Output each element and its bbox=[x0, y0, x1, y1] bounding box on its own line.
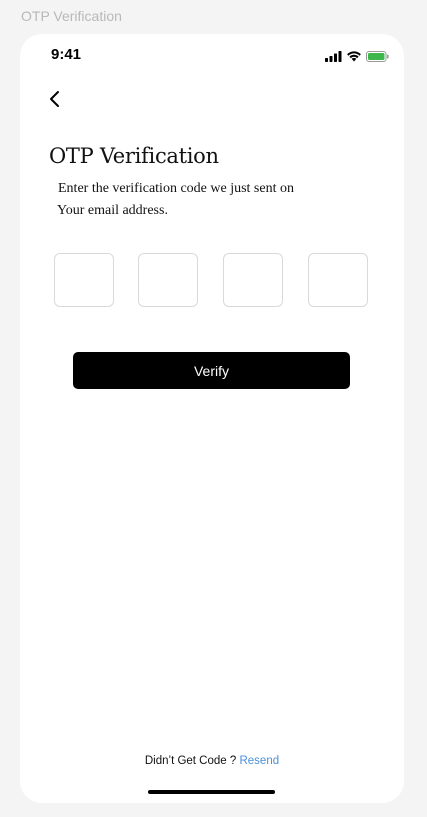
resend-prompt: Didn’t Get Code ? bbox=[144, 755, 237, 767]
page-subtitle: Enter the verification code we just sent… bbox=[57, 178, 358, 222]
otp-digit-1-input[interactable] bbox=[54, 253, 114, 307]
otp-input-row bbox=[54, 253, 371, 310]
otp-digit-4-input[interactable] bbox=[308, 253, 368, 307]
verify-button[interactable]: Verify bbox=[73, 352, 350, 389]
otp-digit-3-input[interactable] bbox=[223, 253, 283, 307]
chevron-left-icon bbox=[44, 91, 66, 114]
wifi-icon bbox=[346, 49, 362, 67]
back-button[interactable] bbox=[44, 88, 66, 110]
battery-icon bbox=[366, 49, 389, 67]
resend-link[interactable]: Resend bbox=[239, 755, 279, 767]
resend-row: Didn’t Get Code ? Resend bbox=[20, 755, 404, 767]
status-bar: 9:41 bbox=[20, 34, 404, 78]
otp-digit-2-input[interactable] bbox=[138, 253, 198, 307]
subtitle-line-1: Enter the verification code we just sent… bbox=[58, 181, 294, 196]
status-icons bbox=[325, 49, 389, 67]
phone-screen: 9:41 OTP Verification Enter the verifica… bbox=[20, 34, 404, 803]
page-title: OTP Verification bbox=[49, 144, 219, 168]
status-time: 9:41 bbox=[51, 46, 82, 63]
frame-label: OTP Verification bbox=[21, 8, 122, 24]
home-indicator bbox=[148, 790, 275, 794]
cellular-signal-icon bbox=[325, 49, 342, 67]
subtitle-line-2: Your email address. bbox=[57, 203, 168, 218]
